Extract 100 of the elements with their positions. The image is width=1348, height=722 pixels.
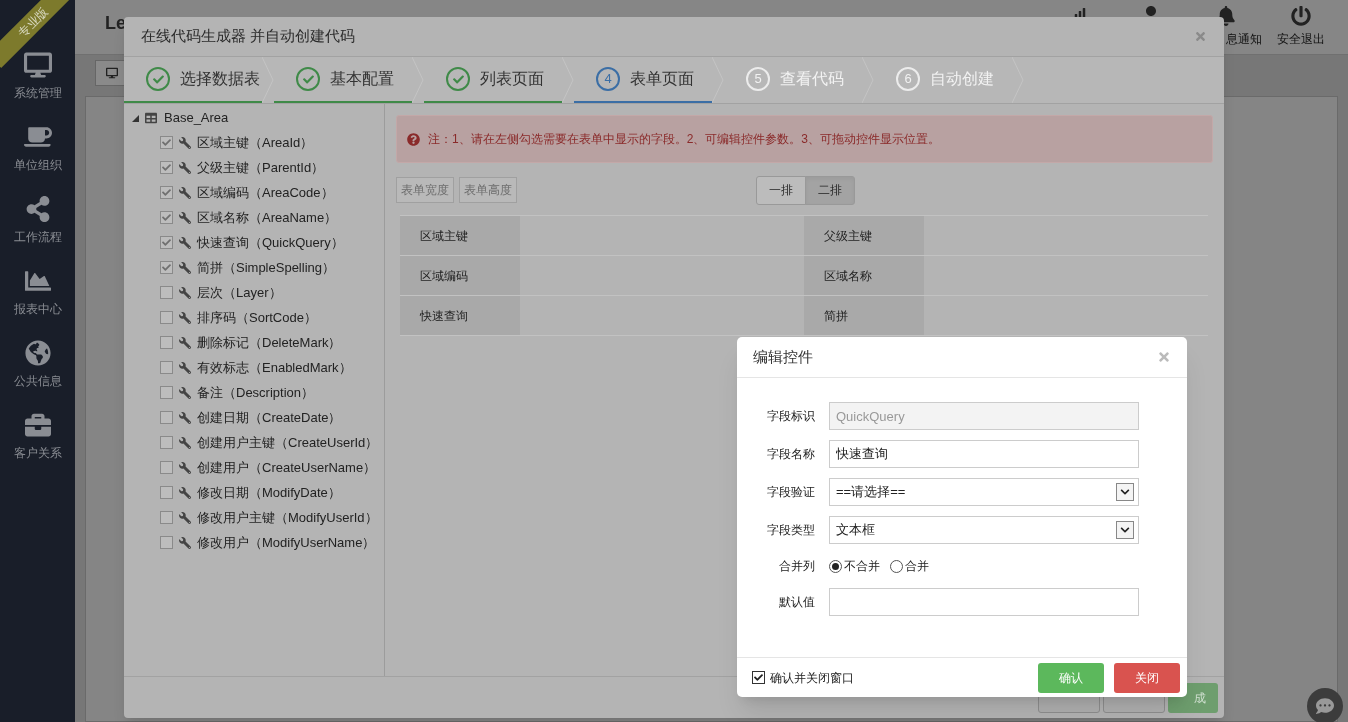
- app-title: Le: [105, 11, 126, 35]
- notice-text: 注：1、请在左侧勾选需要在表单中显示的字段。2、可编辑控件参数。3、可拖动控件显示位置。: [428, 131, 941, 148]
- sidebar-item[interactable]: 单位组织: [0, 124, 75, 174]
- step-chevron: [712, 57, 724, 103]
- wizard-step[interactable]: 4 表单页面: [574, 57, 712, 103]
- checkbox-label[interactable]: 确认并关闭窗口: [770, 668, 854, 687]
- field-item[interactable]: 删除标记（DeleteMark）: [197, 332, 342, 353]
- layout-toggle[interactable]: 二排: [805, 175, 855, 205]
- field-item[interactable]: 父级主键（ParentId）: [197, 157, 325, 178]
- monitor-icon: [106, 67, 118, 79]
- form-field-label[interactable]: 父级主键: [804, 216, 924, 255]
- close-icon[interactable]: [1194, 30, 1207, 43]
- field-item[interactable]: 区域编码（AreaCode）: [197, 182, 334, 203]
- dialog-title: 编辑控件: [753, 346, 813, 367]
- sidebar-item[interactable]: 报表中心: [0, 268, 75, 318]
- wrench-icon: [179, 486, 191, 499]
- checkbox[interactable]: [752, 671, 765, 684]
- field-item[interactable]: 有效标志（EnabledMark）: [197, 357, 352, 378]
- field-item[interactable]: 区域主键（AreaId）: [197, 132, 314, 153]
- wrench-icon: [179, 461, 191, 474]
- checkbox[interactable]: [160, 536, 173, 549]
- checkbox[interactable]: [160, 286, 173, 299]
- wrench-icon: [179, 211, 191, 224]
- wrench-icon: [179, 136, 191, 149]
- power-icon[interactable]: [1290, 6, 1311, 26]
- field-item[interactable]: 快速查询（QuickQuery）: [197, 232, 344, 253]
- step-chevron: [1012, 57, 1024, 103]
- form-field-label[interactable]: 区域主键: [400, 216, 520, 255]
- checkbox[interactable]: [160, 261, 173, 274]
- field-item[interactable]: 层次（Layer）: [197, 282, 282, 303]
- checkbox[interactable]: [160, 311, 173, 324]
- wrench-icon: [179, 361, 191, 374]
- checkbox[interactable]: [160, 386, 173, 399]
- close-icon[interactable]: [1157, 350, 1171, 364]
- field-item[interactable]: 备注（Description）: [197, 382, 315, 403]
- field-label: 合并列: [778, 558, 816, 575]
- sidebar-item[interactable]: 公共信息: [0, 340, 75, 390]
- field-item[interactable]: 创建用户（CreateUserName）: [197, 457, 377, 478]
- form-field-label[interactable]: 快速查询: [400, 296, 520, 335]
- briefcase-icon: [23, 412, 52, 438]
- checkbox[interactable]: [160, 436, 173, 449]
- tree-root[interactable]: Base_Area: [164, 108, 229, 128]
- checkbox[interactable]: [160, 186, 173, 199]
- checkbox[interactable]: [160, 336, 173, 349]
- header-action-label[interactable]: 安全退出: [1276, 30, 1325, 48]
- header-action-label[interactable]: 息通知: [1225, 30, 1262, 48]
- area-chart-icon: [23, 268, 52, 294]
- select-field[interactable]: ==请选择==: [829, 478, 1139, 506]
- select-field[interactable]: 文本框: [829, 516, 1139, 544]
- wrench-icon: [179, 286, 191, 299]
- expand-arrow-icon[interactable]: [132, 114, 139, 122]
- step-chevron: [862, 57, 874, 103]
- step-number: 6: [896, 67, 920, 91]
- field-item[interactable]: 创建用户主键（CreateUserId）: [197, 432, 379, 453]
- radio-option[interactable]: 合并: [890, 557, 929, 575]
- sidebar-item[interactable]: 系统管理: [0, 52, 75, 102]
- sidebar-item[interactable]: 客户关系: [0, 412, 75, 462]
- wrench-icon: [179, 436, 191, 449]
- sidebar-item[interactable]: 工作流程: [0, 196, 75, 246]
- field-label: 字段名称: [766, 446, 816, 463]
- cup-icon: [23, 124, 52, 150]
- checkbox[interactable]: [160, 511, 173, 524]
- checkbox[interactable]: [160, 411, 173, 424]
- form-field-label[interactable]: 区域名称: [804, 256, 924, 295]
- form-field-label[interactable]: 区域编码: [400, 256, 520, 295]
- chat-icon: [1316, 697, 1334, 715]
- field-item[interactable]: 修改用户（ModifyUserName）: [197, 532, 376, 553]
- close-button[interactable]: 关闭: [1114, 662, 1180, 693]
- form-field-label[interactable]: 简拼: [804, 296, 924, 335]
- wrench-icon: [179, 261, 191, 274]
- checkbox[interactable]: [160, 461, 173, 474]
- monitor-icon: [23, 52, 52, 78]
- wrench-icon: [179, 311, 191, 324]
- wizard-step[interactable]: 基本配置: [274, 57, 412, 103]
- step-chevron: [412, 57, 424, 103]
- checkbox[interactable]: [160, 136, 173, 149]
- checkbox[interactable]: [160, 361, 173, 374]
- table-icon: [145, 112, 157, 124]
- text-input[interactable]: [829, 588, 1139, 616]
- field-item[interactable]: 区域名称（AreaName）: [197, 207, 338, 228]
- checkbox[interactable]: [160, 161, 173, 174]
- wrench-icon: [179, 186, 191, 199]
- field-item[interactable]: 排序码（SortCode）: [197, 307, 317, 328]
- checkbox[interactable]: [160, 486, 173, 499]
- field-item[interactable]: 修改用户主键（ModifyUserId）: [197, 507, 378, 528]
- step-number: 4: [596, 67, 620, 91]
- checkbox[interactable]: [160, 211, 173, 224]
- wizard-step[interactable]: 选择数据表: [124, 57, 262, 103]
- radio-option[interactable]: 不合并: [829, 557, 880, 575]
- layout-toggle[interactable]: 一排: [756, 175, 806, 205]
- field-item[interactable]: 创建日期（CreateDate）: [197, 407, 342, 428]
- step-chevron: [562, 57, 574, 103]
- text-input[interactable]: 快速查询: [829, 440, 1139, 468]
- step-number: 5: [746, 67, 770, 91]
- wrench-icon: [179, 336, 191, 349]
- field-item[interactable]: 简拼（SimpleSpelling）: [197, 257, 335, 278]
- field-item[interactable]: 修改日期（ModifyDate）: [197, 482, 341, 503]
- field-label: 字段验证: [766, 484, 816, 501]
- checkbox[interactable]: [160, 236, 173, 249]
- wizard-step[interactable]: 列表页面: [424, 57, 562, 103]
